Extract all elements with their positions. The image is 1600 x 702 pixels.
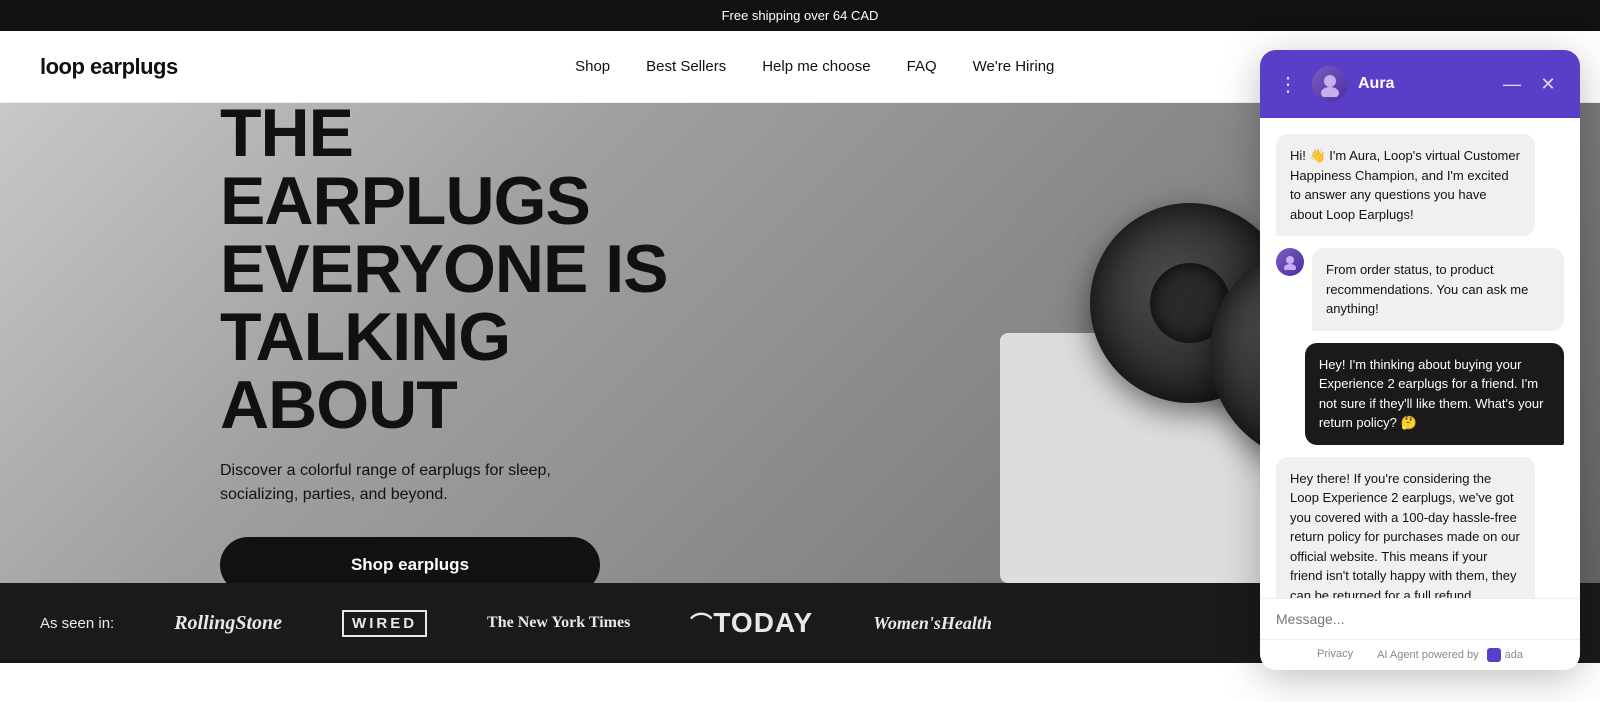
hero-title: THE EARPLUGS EVERYONE IS TALKING ABOUT (220, 103, 700, 439)
rolling-stone-logo: RollingStone (174, 612, 282, 635)
chat-message-2-row: From order status, to product recommenda… (1276, 248, 1564, 331)
hero-title-line2: EVERYONE IS TALKING ABOUT (220, 231, 668, 443)
wired-logo: WIRED (342, 610, 427, 637)
today-arch (690, 607, 713, 639)
chat-agent-avatar (1312, 66, 1348, 102)
today-logo: TODAY (690, 607, 813, 639)
chat-widget: ⋮ Aura — ✕ Hi! 👋 I'm Aura, Loop's virtua… (1260, 50, 1580, 670)
chat-messages: Hi! 👋 I'm Aura, Loop's virtual Customer … (1260, 118, 1580, 598)
hero-subtitle: Discover a colorful range of earplugs fo… (220, 459, 700, 507)
nav-shop[interactable]: Shop (575, 58, 610, 75)
chat-avatar-small (1276, 248, 1304, 276)
womens-health-logo: Women'sHealth (873, 613, 992, 634)
chat-footer: Privacy AI Agent powered by ada (1260, 639, 1580, 670)
nav-faq[interactable]: FAQ (907, 58, 937, 75)
nav-help-choose[interactable]: Help me choose (762, 58, 870, 75)
hero-cta: Shop earplugs ↺ 100-day money-back guara… (220, 537, 700, 584)
shop-earplugs-button[interactable]: Shop earplugs (220, 537, 600, 584)
press-label: As seen in: (40, 615, 114, 632)
logo[interactable]: loop earplugs (40, 54, 178, 80)
chat-input[interactable] (1276, 611, 1564, 627)
chat-header: ⋮ Aura — ✕ (1260, 50, 1580, 118)
chat-message-2: From order status, to product recommenda… (1312, 248, 1564, 331)
powered-by-text: AI Agent powered by (1377, 649, 1479, 661)
chat-input-area (1260, 598, 1580, 639)
chat-message-3: Hey! I'm thinking about buying your Expe… (1305, 343, 1564, 445)
chat-menu-icon[interactable]: ⋮ (1278, 72, 1298, 97)
chat-close-button[interactable]: ✕ (1534, 70, 1562, 98)
top-banner: Free shipping over 64 CAD (0, 0, 1600, 31)
banner-text: Free shipping over 64 CAD (722, 8, 879, 23)
hero-title-line1: THE EARPLUGS (220, 103, 590, 239)
chat-message-1: Hi! 👋 I'm Aura, Loop's virtual Customer … (1276, 134, 1535, 236)
chat-privacy-link[interactable]: Privacy (1317, 648, 1353, 662)
chat-minimize-button[interactable]: — (1498, 70, 1526, 98)
chat-message-4: Hey there! If you're considering the Loo… (1276, 457, 1535, 599)
chat-header-actions: — ✕ (1498, 70, 1562, 98)
chat-agent-name: Aura (1358, 75, 1488, 93)
powered-by-ada: AI Agent powered by ada (1377, 648, 1523, 662)
nav-hiring[interactable]: We're Hiring (973, 58, 1055, 75)
ada-label: ada (1505, 649, 1523, 661)
nav-best-sellers[interactable]: Best Sellers (646, 58, 726, 75)
nyt-logo: The New York Times (487, 614, 630, 632)
main-nav: Shop Best Sellers Help me choose FAQ We'… (575, 58, 1054, 75)
hero-content: ★★★★★ 10M+ happy customers THE EARPLUGS … (0, 103, 700, 583)
